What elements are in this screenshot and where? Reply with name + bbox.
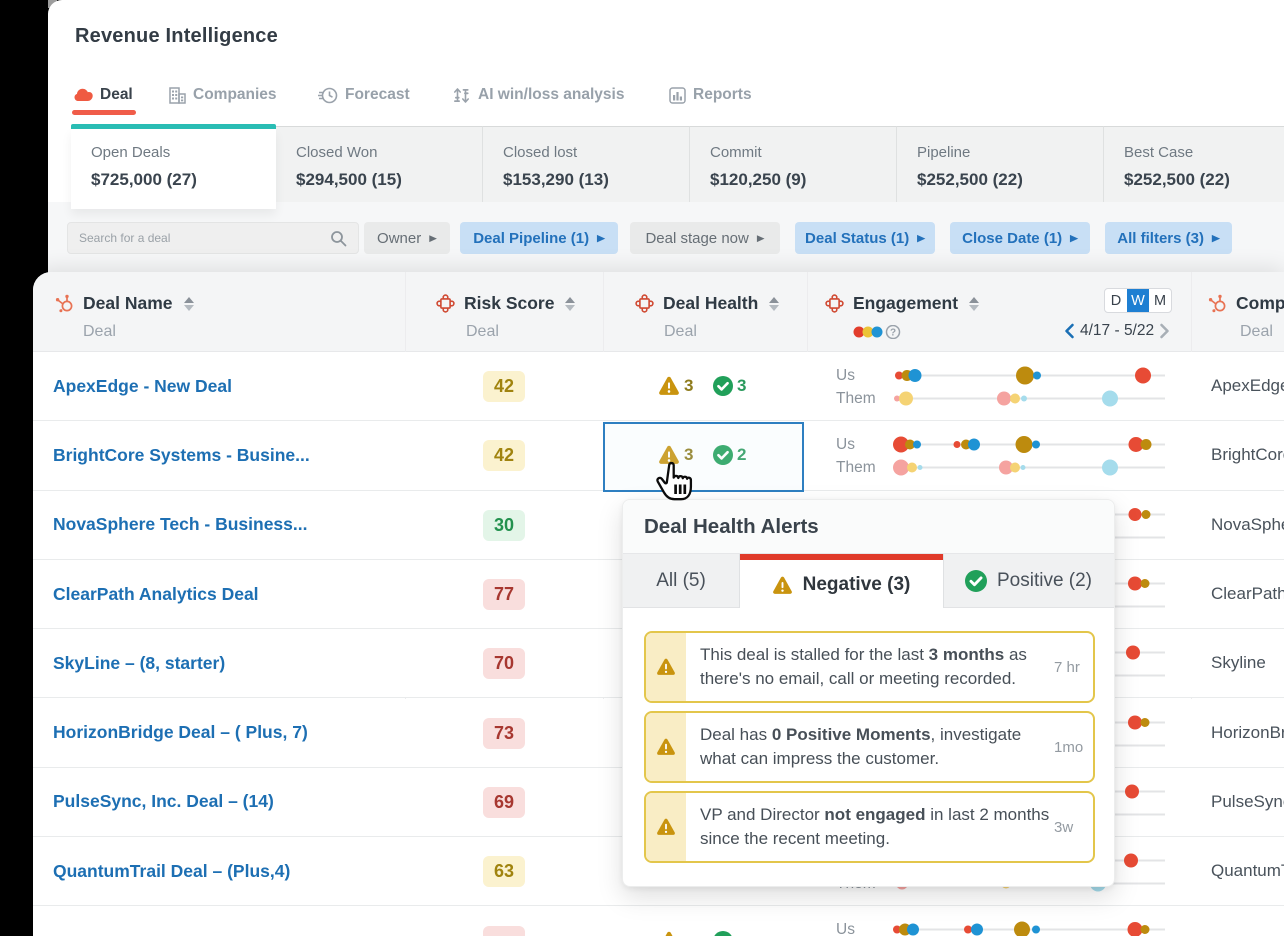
svg-text:?: ? <box>890 328 896 339</box>
